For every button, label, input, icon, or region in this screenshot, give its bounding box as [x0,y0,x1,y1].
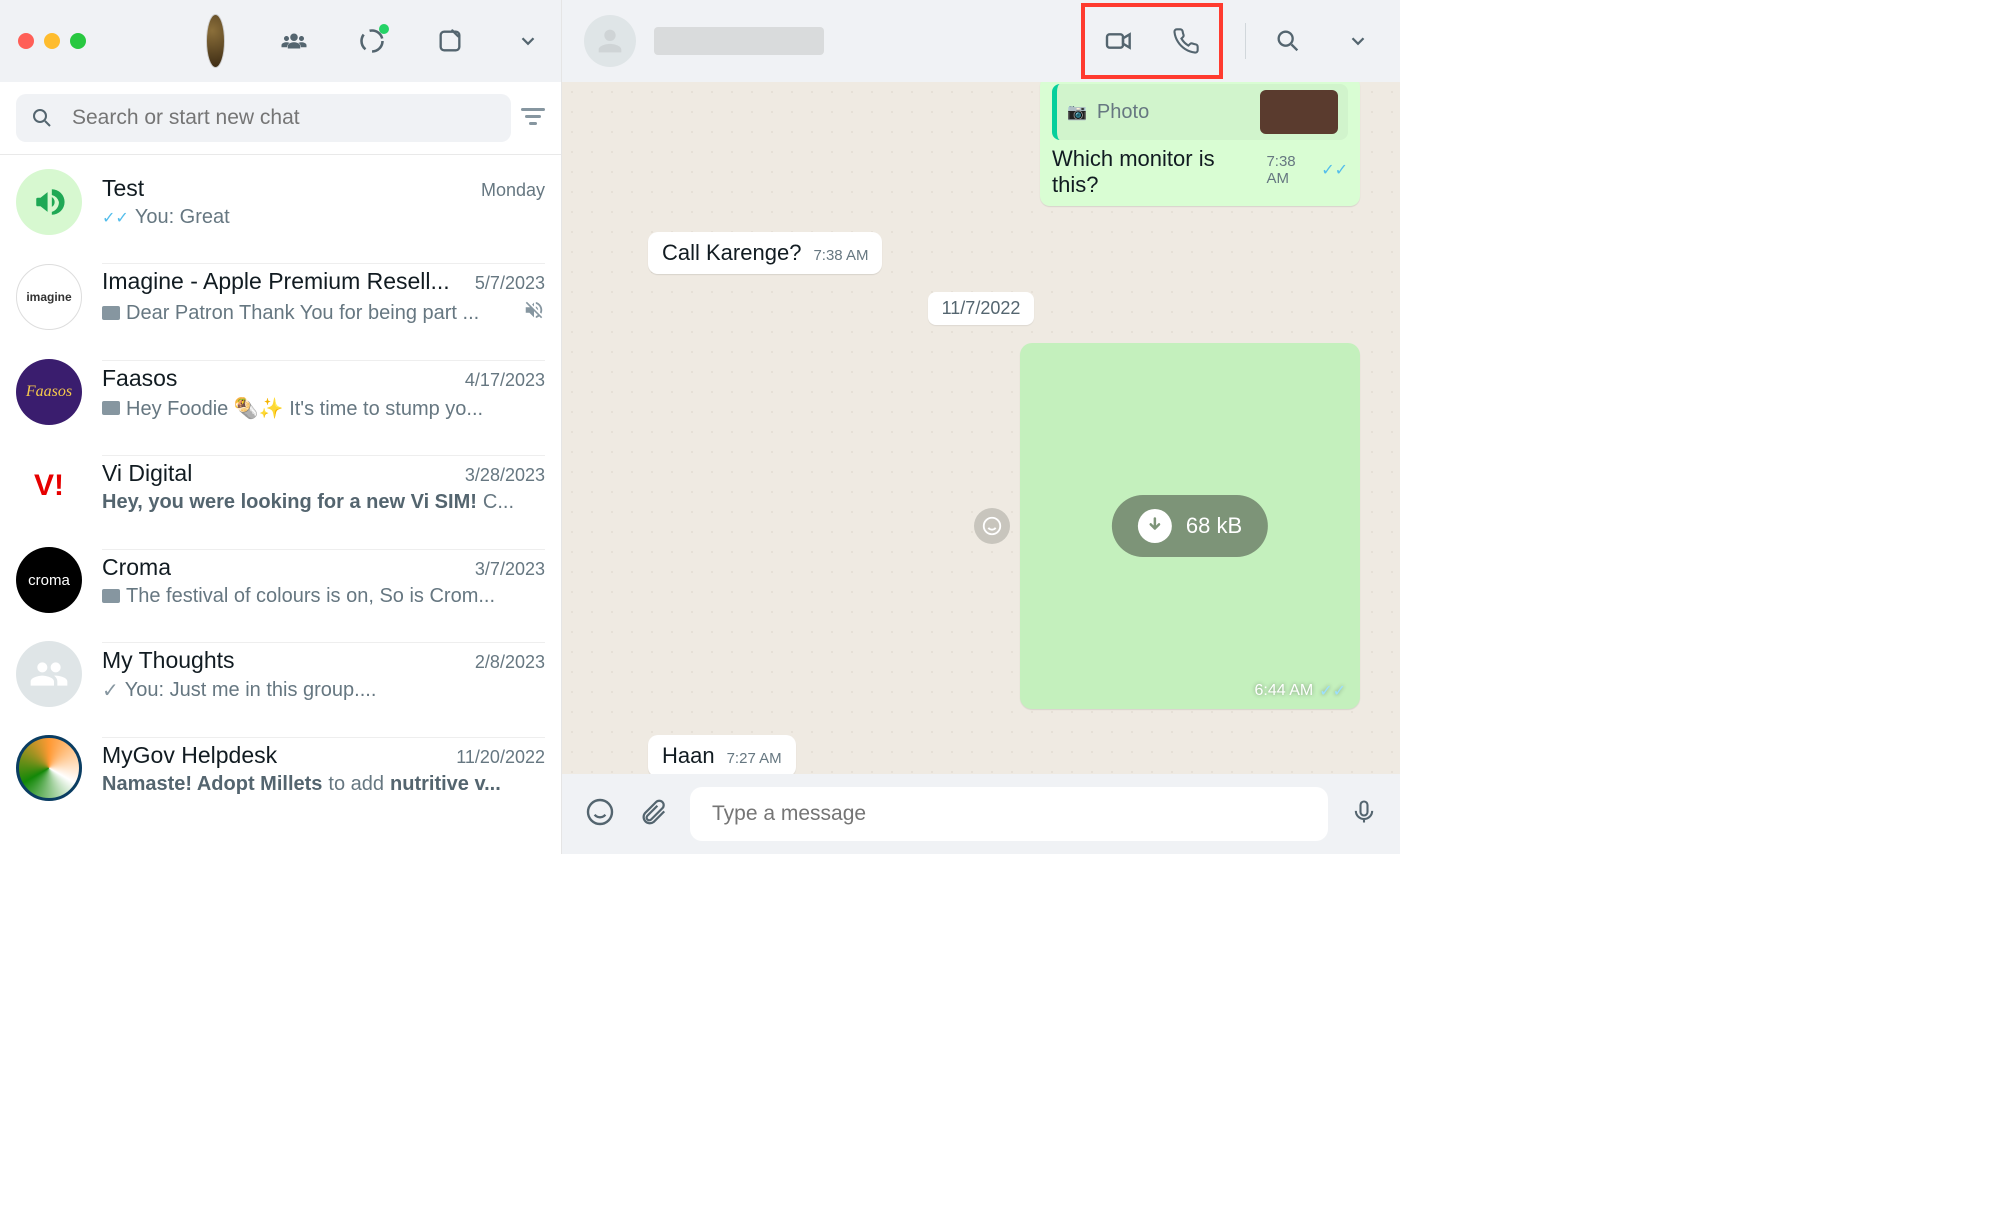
filter-icon[interactable] [521,106,545,131]
emoji-button[interactable] [584,796,616,833]
search-box[interactable] [16,94,511,142]
chat-preview: Hey Foodie 🌯✨ It's time to stump yo... [126,396,483,421]
photo-icon [102,306,120,320]
chat-menu-button[interactable] [1338,21,1378,61]
chat-list[interactable]: Test Monday ✓✓ You: Great imagine Imagine … [0,155,561,854]
photo-thumbnail [1260,90,1338,134]
message-time: 7:38 AM [813,247,868,264]
incoming-message[interactable]: Call Karenge? 7:38 AM [648,232,1360,274]
download-arrow-icon [1138,509,1172,543]
chat-avatar: Faasos [16,359,82,425]
outgoing-image-message[interactable]: 68 kB 6:44 AM ✓✓ [1020,343,1360,709]
chat-name: Imagine - Apple Premium Resell... [102,268,450,295]
chat-header [562,0,1400,82]
quoted-photo: 📷 Photo [1052,84,1348,140]
date-separator: 11/7/2022 [928,292,1035,325]
message-list[interactable]: 📷 Photo Which monitor is this? 7:38 AM✓✓… [562,82,1400,774]
chat-name: Faasos [102,365,177,392]
chat-avatar [16,169,82,235]
contact-avatar[interactable] [584,15,636,67]
muted-icon [523,299,545,327]
sidebar: Test Monday ✓✓ You: Great imagine Imagine … [0,0,562,854]
search-icon [30,106,54,130]
chat-list-item[interactable]: V! Vi Digital 3/28/2023 Hey, you were loo… [0,439,561,533]
new-chat-icon[interactable] [435,26,465,56]
chat-list-item[interactable]: Test Monday ✓✓ You: Great [0,155,561,249]
incoming-message[interactable]: Haan 7:27 AM [648,735,1360,774]
message-time: 7:27 AM [727,750,782,767]
voice-call-button[interactable] [1166,21,1206,61]
window-controls [18,33,86,49]
chat-preview: The festival of colours is on, So is Cro… [126,585,495,608]
contact-name-redacted[interactable] [654,27,824,55]
chat-name: My Thoughts [102,647,235,674]
divider [1245,23,1246,59]
video-call-button[interactable] [1099,21,1139,61]
status-icon[interactable] [357,26,387,56]
message-time: 7:38 AM [1266,153,1317,187]
chat-time: 5/7/2023 [475,273,545,294]
chat-list-item[interactable]: My Thoughts 2/8/2023 ✓ You: Just me in thi… [0,627,561,721]
chat-time: 2/8/2023 [475,652,545,673]
chat-avatar [16,735,82,801]
chat-name: MyGov Helpdesk [102,742,277,769]
search-row [0,82,561,155]
chat-preview: Hey, you were looking for a new Vi SIM! [102,491,477,514]
profile-avatar[interactable] [206,14,225,68]
chat-avatar: croma [16,547,82,613]
chat-preview: Dear Patron Thank You for being part ... [126,302,479,325]
chat-preview-tail: nutritive v... [390,773,501,796]
chat-time: 3/28/2023 [465,465,545,486]
outgoing-message[interactable]: 📷 Photo Which monitor is this? 7:38 AM✓✓ [1040,82,1360,206]
call-buttons-highlight [1081,3,1223,79]
chat-list-item[interactable]: Faasos Faasos 4/17/2023 Hey Foodie 🌯✨ It'… [0,345,561,439]
chat-list-item[interactable]: croma Croma 3/7/2023 The festival of colo… [0,533,561,627]
chat-list-item[interactable]: imagine Imagine - Apple Premium Resell..… [0,249,561,345]
message-text: Which monitor is this? [1052,146,1256,198]
chat-avatar: V! [16,453,82,519]
chat-preview: Namaste! Adopt Millets [102,773,322,796]
maximize-window-button[interactable] [70,33,86,49]
sent-tick-icon: ✓ [102,678,119,703]
download-size: 68 kB [1186,513,1242,539]
chat-preview: You: Great [135,206,230,229]
minimize-window-button[interactable] [44,33,60,49]
chat-name: Croma [102,554,171,581]
download-button[interactable]: 68 kB [1112,495,1268,557]
chat-list-item[interactable]: MyGov Helpdesk 11/20/2022 Namaste! Adopt … [0,721,561,815]
search-input[interactable] [72,106,497,130]
photo-label: Photo [1097,101,1149,124]
chat-time: 3/7/2023 [475,559,545,580]
chat-preview-mid: to add [328,773,384,796]
attach-button[interactable] [638,797,668,832]
photo-icon [102,401,120,415]
chat-preview-tail: C... [483,491,514,514]
sidebar-header [0,0,561,82]
composer [562,774,1400,854]
message-text: Call Karenge? [662,240,801,266]
read-ticks-icon: ✓✓ [1321,160,1348,180]
message-input-box[interactable] [690,787,1328,841]
message-text: Haan [662,743,715,769]
message-input[interactable] [712,802,1306,826]
read-ticks-icon: ✓✓ [1319,681,1346,701]
react-button[interactable] [974,508,1010,544]
chat-preview: You: Just me in this group.... [125,679,377,702]
chat-name: Vi Digital [102,460,192,487]
menu-chevron-icon[interactable] [513,26,543,56]
chat-name: Test [102,175,144,202]
communities-icon[interactable] [279,26,309,56]
photo-icon [102,589,120,603]
chat-time: 11/20/2022 [456,747,545,768]
chat-time: Monday [481,180,545,201]
read-ticks-icon: ✓✓ [102,208,129,228]
chat-avatar: imagine [16,264,82,330]
chat-panel: 📷 Photo Which monitor is this? 7:38 AM✓✓… [562,0,1400,854]
message-time: 6:44 AM [1254,682,1313,700]
chat-avatar [16,641,82,707]
search-in-chat-button[interactable] [1268,21,1308,61]
close-window-button[interactable] [18,33,34,49]
chat-time: 4/17/2023 [465,370,545,391]
mic-button[interactable] [1350,797,1378,832]
